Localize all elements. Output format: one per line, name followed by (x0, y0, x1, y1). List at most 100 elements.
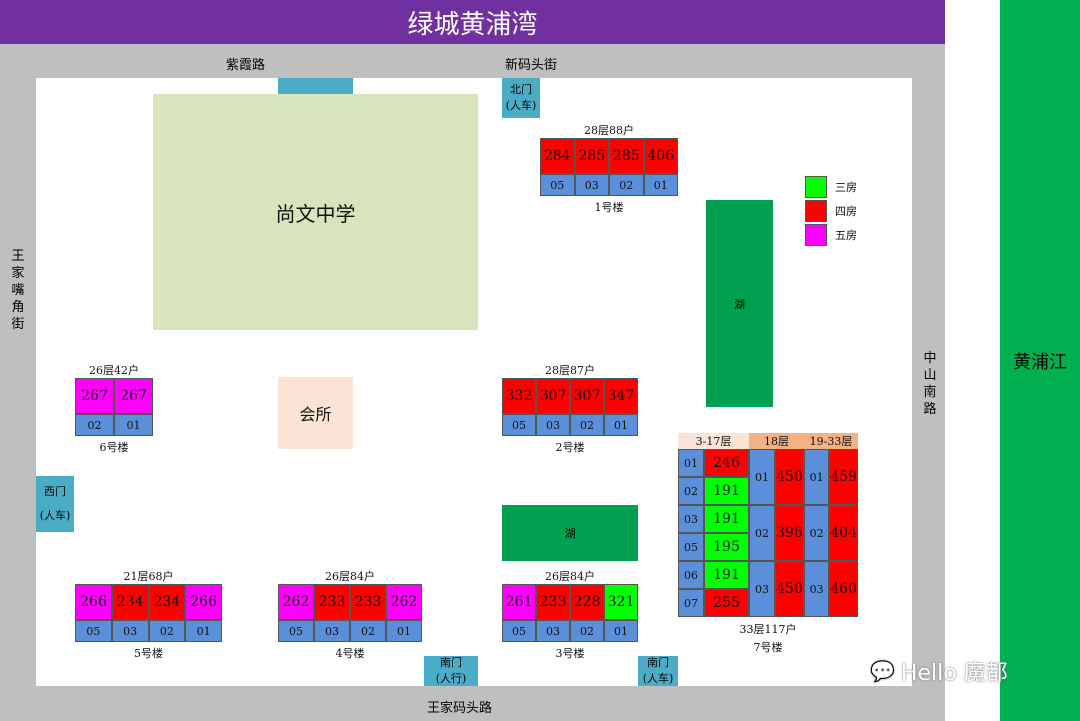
gate-north: 北门 (人车) (502, 78, 540, 118)
b1-unit-row: 05 03 02 01 (540, 174, 678, 196)
legend-label-five: 五房 (835, 229, 857, 242)
building-4: 26层84户 262 233 233 262 05 03 02 01 4号楼 (278, 568, 422, 661)
b3-unit-number: 01 (604, 620, 638, 642)
b7-apartment-area: 246 (704, 449, 749, 477)
b2-unit-number: 03 (536, 414, 570, 436)
b7-unit-number: 03 (749, 561, 775, 617)
b7-unit-number: 01 (749, 449, 775, 505)
lake-south: 湖 (502, 505, 638, 561)
gate-south-walk-type: (人行) (435, 672, 467, 685)
b4-info: 26层84户 (325, 570, 375, 583)
school-shangwen: 尚文中学 (153, 94, 478, 330)
building-2: 28层87户 332 307 307 347 05 03 02 01 2号楼 (502, 362, 638, 455)
b5-unit-row: 05 03 02 01 (75, 620, 222, 642)
clubhouse: 会所 (278, 377, 353, 449)
b4-apartment-area: 262 (386, 584, 422, 620)
gate-north-label: 北门 (510, 83, 532, 96)
b2-unit-number: 01 (604, 414, 638, 436)
b7-header-low: 3-17层 (678, 433, 749, 449)
b7-unit-number: 07 (678, 589, 704, 617)
b3-unit-number: 03 (536, 620, 570, 642)
b1-apartment-area: 285 (609, 138, 644, 174)
b1-unit-number: 05 (540, 174, 575, 196)
b4-unit-number: 03 (314, 620, 350, 642)
wechat-icon: 💬 (870, 659, 895, 683)
building-7: 3-17层 18层 19-33层 01 246 02 191 03 191 05 195 06 1… (678, 433, 858, 655)
b1-apartment-area: 285 (574, 138, 609, 174)
b4-apartment-row: 262 233 233 262 (278, 584, 422, 620)
b2-unit-number: 02 (570, 414, 604, 436)
b7-sec1-row: 02 191 (678, 477, 749, 505)
gate-south-walk-label: 南门 (440, 656, 462, 669)
gate-south-walk: 南门 (人行) (424, 656, 478, 686)
b3-apartment-area: 321 (604, 584, 638, 620)
b7-unit-number: 01 (678, 449, 704, 477)
gate-south-car-type: (人车) (642, 672, 674, 685)
b5-apartment-area: 234 (111, 584, 149, 620)
b1-unit-number: 02 (609, 174, 644, 196)
b1-info: 28层88户 (584, 124, 634, 137)
b3-unit-number: 05 (502, 620, 536, 642)
river-huangpu: 黄浦江 (1000, 0, 1080, 721)
b4-apartment-area: 233 (350, 584, 386, 620)
gate-west-type: (人车) (39, 509, 71, 522)
b7-header-mid: 18层 (749, 433, 804, 449)
b1-apartment-area: 406 (643, 138, 678, 174)
gate-south-car: 南门 (人车) (638, 656, 678, 686)
b2-apartment-area: 307 (570, 378, 604, 414)
b6-apartment-area: 267 (75, 378, 114, 414)
b7-sec1-row: 05 195 (678, 533, 749, 561)
b7-unit-number: 06 (678, 561, 704, 589)
map-title: 绿城黄浦湾 (0, 0, 945, 44)
b7-apartment-area: 191 (704, 477, 749, 505)
b2-name: 2号楼 (555, 441, 585, 454)
b7-unit-number: 02 (678, 477, 704, 505)
road-east: 中山南路 (923, 351, 937, 417)
b3-apartment-area: 228 (570, 584, 604, 620)
legend-item-four: 四房 (805, 200, 857, 222)
b6-apartment-area: 267 (114, 378, 153, 414)
building-5: 21层68户 266 234 234 266 05 03 02 01 5号楼 (75, 568, 222, 661)
b4-apartment-area: 262 (278, 584, 314, 620)
b7-sec2-row: 02 396 (749, 505, 804, 561)
b5-name: 5号楼 (134, 647, 163, 660)
b5-apartment-area: 266 (185, 584, 222, 620)
b7-apartment-area: 404 (829, 505, 858, 561)
road-west: 王家嘴角街 (11, 249, 25, 332)
b4-unit-number: 05 (278, 620, 314, 642)
legend-swatch-four (805, 200, 827, 222)
b7-sec1-row: 03 191 (678, 505, 749, 533)
b7-sec2-row: 01 450 (749, 449, 804, 505)
b7-apartment-area: 191 (704, 561, 749, 589)
b7-info: 33层117户 (739, 623, 797, 636)
b7-unit-number: 05 (678, 533, 704, 561)
building-1: 28层88户 284 285 285 406 05 03 02 01 1号楼 (540, 122, 678, 215)
b2-unit-number: 05 (502, 414, 536, 436)
b7-apartment-area: 195 (704, 533, 749, 561)
gate-northwest (278, 78, 353, 94)
b7-sec1-row: 07 255 (678, 589, 749, 617)
b7-apartment-area: 460 (829, 561, 858, 617)
b6-unit-number: 02 (75, 414, 114, 436)
gate-south-car-label: 南门 (647, 656, 669, 669)
watermark: 💬 Hello 魔都 (870, 655, 1008, 687)
b7-sec2-row: 03 450 (749, 561, 804, 617)
gate-west: 西门 (人车) (36, 476, 74, 532)
b7-name: 7号楼 (753, 641, 783, 654)
building-3: 26层84户 261 233 228 321 05 03 02 01 3号楼 (502, 568, 638, 661)
b7-sec3-row: 01 459 (804, 449, 858, 505)
b5-apartment-area: 266 (75, 584, 112, 620)
legend-swatch-three (805, 176, 827, 198)
b7-sec3-row: 03 460 (804, 561, 858, 617)
b1-unit-number: 03 (574, 174, 609, 196)
b5-apartment-area: 234 (148, 584, 186, 620)
b5-apartment-row: 266 234 234 266 (75, 584, 222, 620)
b3-unit-row: 05 03 02 01 (502, 620, 638, 642)
gate-west-label: 西门 (44, 485, 66, 498)
gate-north-type: (人车) (505, 99, 537, 112)
b7-sec3-row: 02 404 (804, 505, 858, 561)
b4-unit-number: 01 (386, 620, 422, 642)
b3-name: 3号楼 (555, 647, 585, 660)
b5-unit-number: 02 (148, 620, 186, 642)
legend-item-three: 三房 (805, 176, 857, 198)
